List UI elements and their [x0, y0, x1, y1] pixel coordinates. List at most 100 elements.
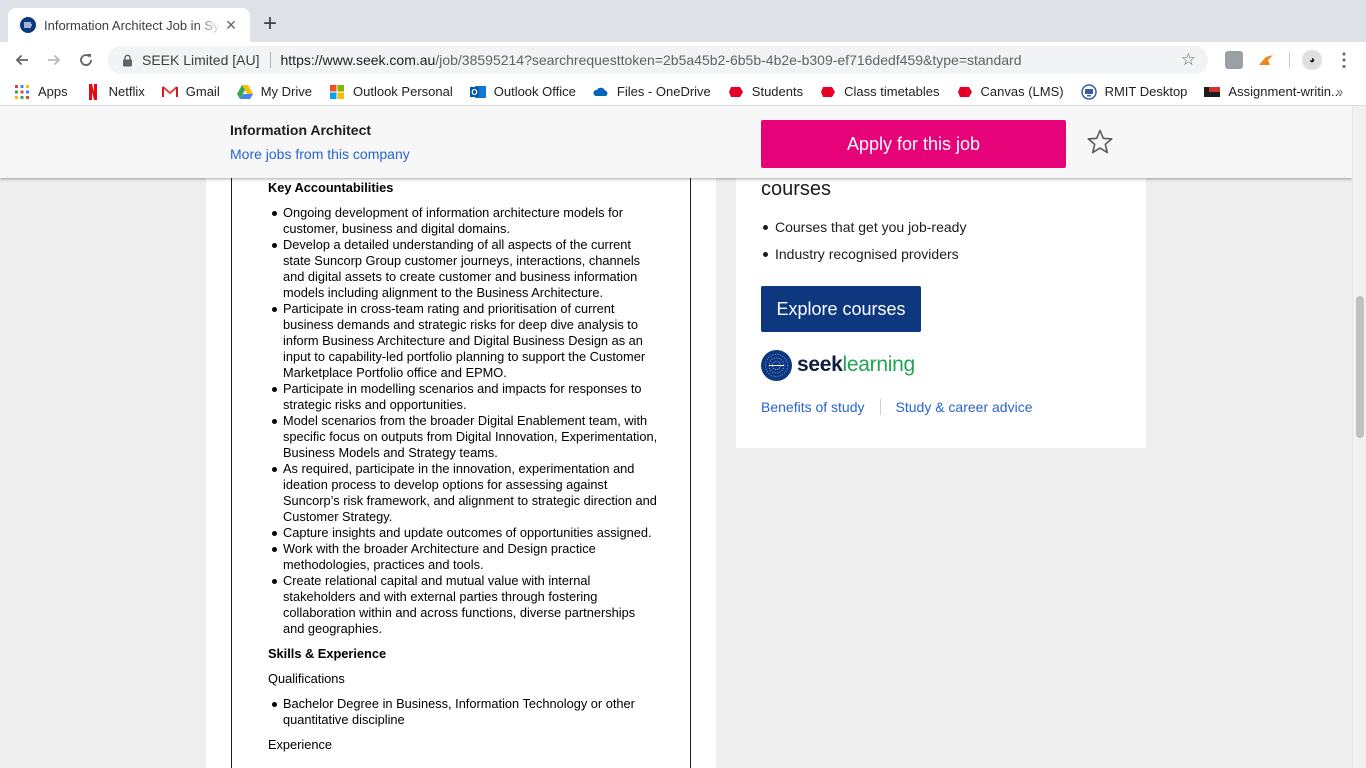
omnibox-divider — [269, 52, 271, 68]
list-item: Capture insights and update outcomes of … — [272, 525, 658, 541]
list-item: Work with the broader Architecture and D… — [272, 541, 658, 573]
drive-icon — [236, 84, 253, 100]
flag-icon — [1204, 84, 1221, 100]
reload-icon[interactable] — [72, 46, 100, 74]
microsoft-icon — [329, 84, 345, 100]
logo-seek-text: seek — [797, 353, 843, 376]
extension-bird-icon[interactable] — [1257, 51, 1275, 69]
link-divider — [879, 399, 881, 415]
courses-benefits-list: Courses that get you job-ready Industry … — [762, 219, 967, 273]
seek-learning-globe-icon — [761, 349, 792, 381]
accountabilities-list: Ongoing development of information archi… — [268, 205, 658, 637]
list-item: Develop a detailed understanding of all … — [272, 237, 658, 301]
bookmark-label: Assignment-writin... — [1228, 84, 1342, 99]
url-text[interactable]: https://www.seek.com.au/job/38595214?sea… — [281, 52, 1022, 68]
list-item: Model scenarios from the broader Digital… — [272, 413, 658, 460]
list-item: As required, participate in the innovati… — [272, 461, 657, 524]
rmit-icon — [728, 84, 744, 100]
browser-tab[interactable]: Information Architect Job in Sydney × — [8, 8, 250, 42]
skills-experience-heading: Skills & Experience — [268, 646, 387, 661]
lock-icon[interactable] — [120, 53, 134, 67]
bookmark-star-icon[interactable]: ☆ — [1181, 50, 1196, 70]
address-bar[interactable]: SEEK Limited [AU] https://www.seek.com.a… — [108, 46, 1208, 74]
bookmark-assignment[interactable]: Assignment-writin... — [1204, 84, 1342, 100]
bookmark-apps[interactable]: Apps — [14, 84, 68, 100]
onedrive-icon — [593, 84, 609, 100]
explore-courses-button[interactable]: Explore courses — [761, 286, 921, 332]
qualifications-label: Qualifications — [268, 671, 345, 686]
browser-toolbar: SEEK Limited [AU] https://www.seek.com.a… — [0, 42, 1366, 78]
desktop-icon — [1080, 83, 1097, 100]
key-accountabilities-heading: Key Accountabilities — [268, 180, 394, 195]
list-item: Participate in cross-team rating and pri… — [272, 301, 658, 381]
forward-icon[interactable] — [40, 46, 68, 74]
bookmark-outlook-personal[interactable]: Outlook Personal — [329, 84, 453, 100]
list-item: Courses that get you job-ready — [762, 219, 967, 235]
study-career-advice-link[interactable]: Study & career advice — [896, 399, 1033, 415]
seek-learning-logo[interactable]: seeklearning — [761, 349, 915, 381]
outlook-icon: O — [469, 84, 486, 100]
more-jobs-link[interactable]: More jobs from this company — [230, 146, 410, 162]
sticky-job-header: Information Architect More jobs from thi… — [0, 106, 1352, 178]
bookmark-rmit-desktop[interactable]: RMIT Desktop — [1080, 83, 1188, 100]
scrollbar-thumb[interactable] — [1356, 296, 1364, 438]
bookmark-label: Netflix — [108, 84, 145, 99]
bookmark-label: Outlook Office — [493, 84, 576, 99]
toolbar-divider — [1289, 52, 1290, 68]
job-ad-box: Key Accountabilities Ongoing development… — [231, 106, 691, 768]
list-item: Bachelor Degree in Business, Information… — [272, 696, 658, 728]
rmit-icon — [957, 84, 973, 100]
apply-button[interactable]: Apply for this job — [761, 120, 1066, 168]
bookmark-students[interactable]: Students — [728, 84, 803, 100]
close-tab-icon[interactable]: × — [222, 16, 240, 34]
card-links: Benefits of study Study & career advice — [761, 399, 1032, 415]
list-item: Industry recognised providers — [762, 246, 966, 263]
list-item: Participate in modelling scenarios and i… — [272, 381, 658, 413]
bookmark-label: Outlook Personal — [353, 84, 453, 99]
bookmark-class-timetables[interactable]: Class timetables — [820, 84, 940, 100]
seek-learning-wordmark: seeklearning — [797, 353, 915, 377]
seek-favicon-icon — [20, 17, 36, 33]
bookmark-label: Canvas (LMS) — [980, 84, 1064, 99]
bookmark-outlook-office[interactable]: O Outlook Office — [469, 84, 576, 100]
bookmark-label: Apps — [38, 84, 68, 99]
bookmark-gmail[interactable]: Gmail — [161, 84, 220, 100]
benefits-of-study-link[interactable]: Benefits of study — [761, 399, 865, 415]
bookmark-label: Gmail — [185, 84, 220, 99]
bookmark-label: Students — [751, 84, 804, 99]
url-host: https://www.seek.com.au — [280, 52, 436, 68]
browser-menu-icon[interactable]: ⋮ — [1334, 48, 1354, 72]
bookmarks-bar: Apps Netflix Gmail My Drive Outlook Pers… — [0, 78, 1366, 106]
new-tab-icon[interactable]: + — [258, 12, 282, 36]
profile-avatar-icon[interactable]: ◕ — [1302, 50, 1322, 70]
url-path: /job/38595214?searchrequesttoken=2b5a45b… — [435, 52, 1022, 68]
qualifications-list: Bachelor Degree in Business, Information… — [268, 696, 658, 728]
extension-icon[interactable] — [1225, 51, 1243, 69]
bookmark-label: Class timetables — [844, 84, 940, 99]
apps-grid-icon — [14, 84, 30, 100]
bookmark-canvas[interactable]: Canvas (LMS) — [957, 84, 1064, 100]
bookmark-my-drive[interactable]: My Drive — [236, 84, 312, 100]
job-details-panel: Key Accountabilities Ongoing development… — [206, 106, 716, 768]
job-ad-content: Key Accountabilities Ongoing development… — [268, 180, 658, 762]
bookmark-label: Files - OneDrive — [616, 84, 711, 99]
netflix-icon — [85, 83, 101, 100]
tab-strip: Information Architect Job in Sydney × + — [0, 0, 1366, 42]
gmail-icon — [161, 84, 178, 100]
list-item: Ongoing development of information archi… — [272, 205, 658, 237]
experience-label: Experience — [268, 737, 333, 752]
back-icon[interactable] — [8, 46, 36, 74]
bookmark-onedrive[interactable]: Files - OneDrive — [593, 84, 711, 100]
courses-heading: courses — [761, 178, 832, 200]
save-job-star-icon[interactable] — [1084, 126, 1116, 158]
more-bookmarks-icon[interactable]: » — [1336, 84, 1343, 99]
bookmark-label: My Drive — [260, 84, 312, 99]
logo-learning-text: learning — [842, 353, 916, 376]
bookmark-label: RMIT Desktop — [1104, 84, 1188, 99]
page-scrollbar[interactable] — [1352, 106, 1366, 768]
tab-title: Information Architect Job in Sydney — [44, 17, 222, 33]
site-identity[interactable]: SEEK Limited [AU] — [142, 52, 260, 68]
job-title: Information Architect — [230, 122, 372, 138]
svg-text:O: O — [471, 88, 477, 97]
bookmark-netflix[interactable]: Netflix — [85, 83, 145, 100]
